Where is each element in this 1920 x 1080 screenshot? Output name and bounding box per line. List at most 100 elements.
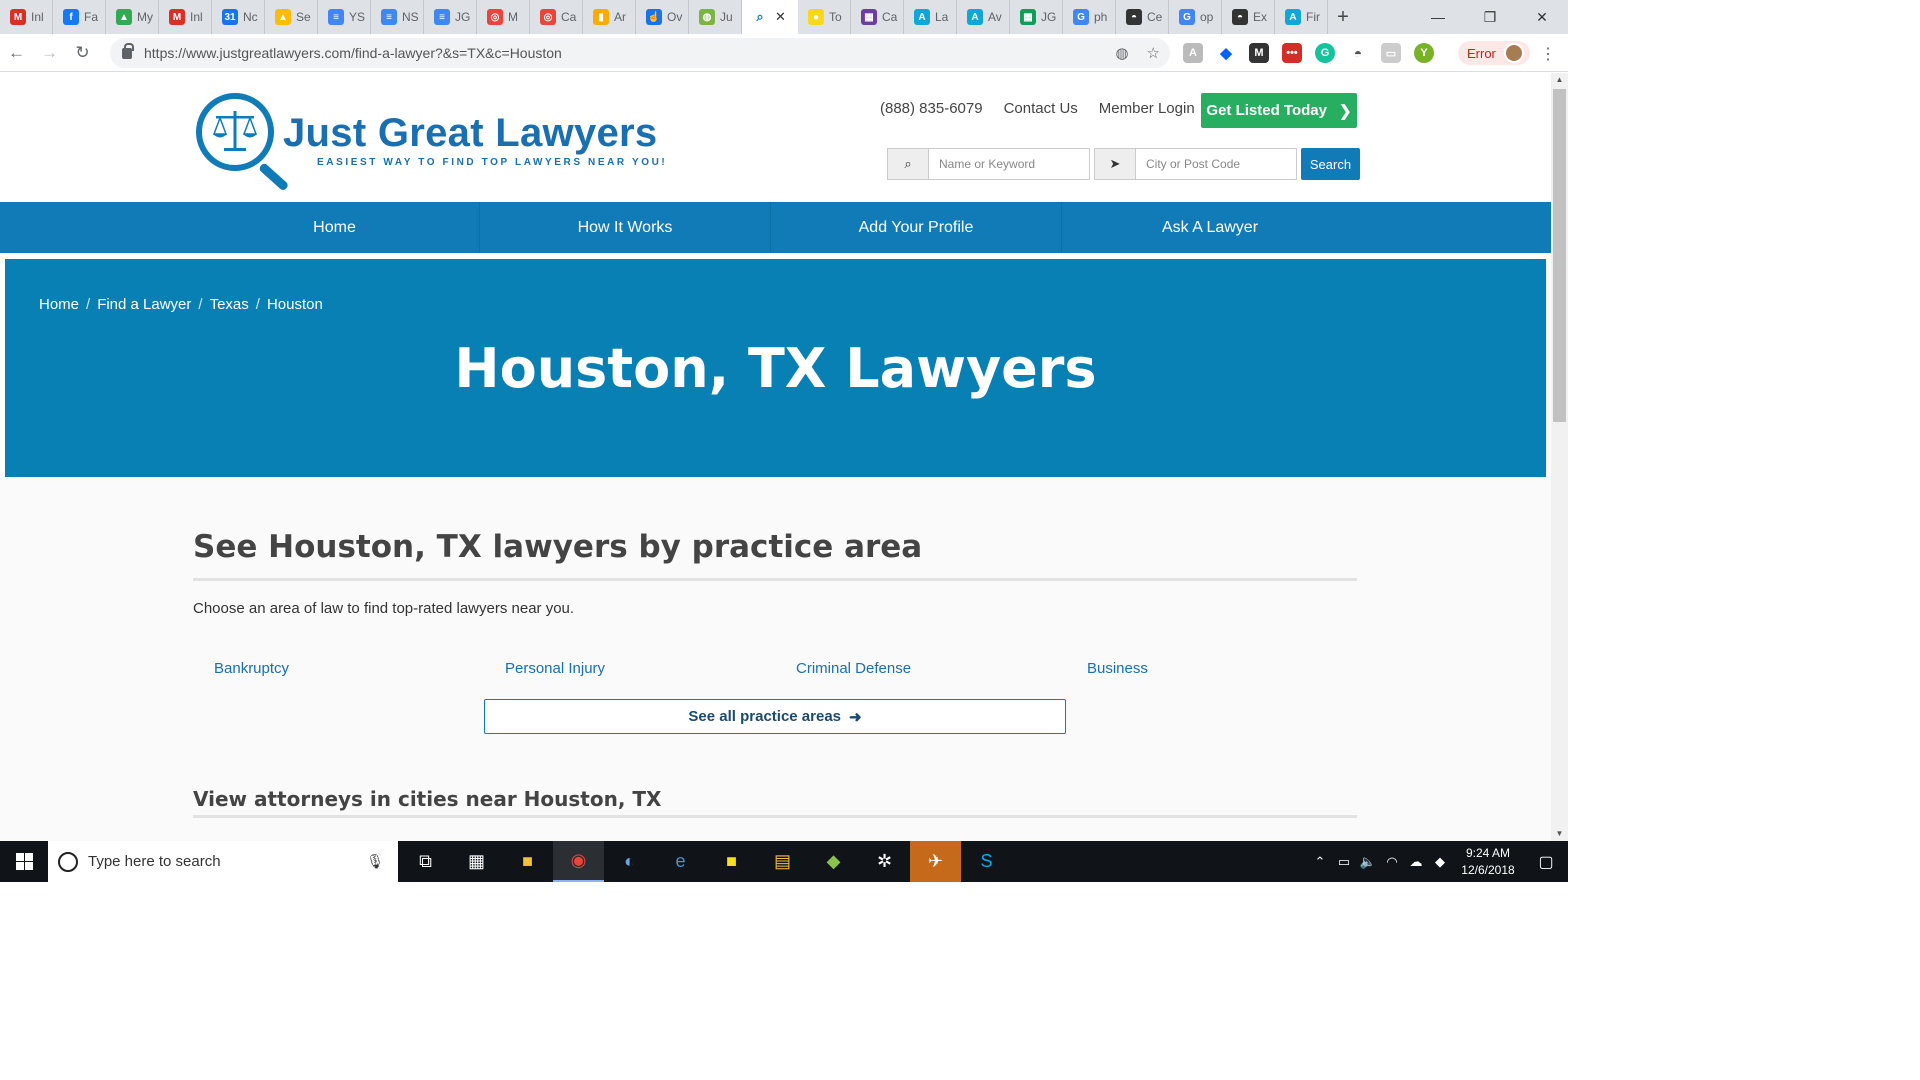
file-explorer-icon[interactable]: ■ xyxy=(502,841,553,882)
paint-icon[interactable]: ◆ xyxy=(808,841,859,882)
browser-tab[interactable]: ☝ Ov xyxy=(636,0,689,34)
browser-tab[interactable]: ◎ Ca xyxy=(530,0,583,34)
nav-ask-lawyer[interactable]: Ask A Lawyer xyxy=(1062,202,1358,253)
notification-icon[interactable]: ▢ xyxy=(1524,852,1568,872)
get-listed-button[interactable]: Get Listed Today ❯ xyxy=(1201,93,1357,128)
translate-icon[interactable]: ◍ xyxy=(1115,44,1128,62)
wifi-icon[interactable]: ◠ xyxy=(1380,854,1404,870)
contact-link[interactable]: Contact Us xyxy=(1004,100,1078,117)
slack-icon[interactable]: ✲ xyxy=(859,841,910,882)
new-tab-icon[interactable]: + xyxy=(1328,6,1358,29)
search-button[interactable]: Search xyxy=(1301,148,1360,180)
browser-tab[interactable]: ● To xyxy=(798,0,851,34)
spy-extension-icon[interactable]: ◓ xyxy=(1348,43,1368,63)
telegram-icon[interactable]: ✈ xyxy=(910,841,961,882)
scroll-thumb[interactable] xyxy=(1553,89,1566,422)
close-window-icon[interactable]: ✕ xyxy=(1516,0,1568,34)
page-scrollbar[interactable]: ▲ ▼ xyxy=(1551,73,1568,841)
browser-tab[interactable]: A Av xyxy=(957,0,1010,34)
medium-icon[interactable]: M xyxy=(1249,43,1269,63)
minimize-icon[interactable]: — xyxy=(1412,0,1464,34)
browser-tab[interactable]: 31 Nc xyxy=(212,0,265,34)
location-input[interactable]: City or Post Code xyxy=(1136,148,1297,180)
practice-area-section: See Houston, TX lawyers by practice area… xyxy=(0,477,1551,841)
battery-icon[interactable]: ▭ xyxy=(1332,854,1356,870)
practice-area-personal-injury[interactable]: Personal Injury xyxy=(505,660,796,677)
browser-tab[interactable]: ≡ YS xyxy=(318,0,371,34)
browser-tab[interactable]: ▮ Ar xyxy=(583,0,636,34)
edge-icon[interactable]: e xyxy=(655,841,706,882)
reload-icon[interactable]: ↻ xyxy=(66,43,99,63)
browser-tab[interactable]: ◎ M xyxy=(477,0,530,34)
close-tab-icon[interactable]: ✕ xyxy=(775,9,786,25)
address-bar[interactable]: https://www.justgreatlawyers.com/find-a-… xyxy=(110,38,1170,68)
browser-tab[interactable]: A Fir xyxy=(1275,0,1328,34)
practice-area-business[interactable]: Business xyxy=(1087,660,1378,677)
see-all-practice-areas-button[interactable]: See all practice areas ➜ xyxy=(484,699,1066,734)
browser-tab[interactable]: f Fa xyxy=(53,0,106,34)
breadcrumb-find-lawyer[interactable]: Find a Lawyer xyxy=(97,296,191,313)
browser-tab[interactable]: A La xyxy=(904,0,957,34)
task-view-icon[interactable]: ⧉ xyxy=(400,841,451,882)
skype-icon[interactable]: S xyxy=(961,841,1012,882)
browser-tab[interactable]: ◓ Ce xyxy=(1116,0,1169,34)
browser-tab[interactable]: ▦ JG xyxy=(1010,0,1063,34)
nav-add-profile[interactable]: Add Your Profile xyxy=(771,202,1062,253)
nav-how-it-works[interactable]: How It Works xyxy=(480,202,771,253)
phone-link[interactable]: (888) 835-6079 xyxy=(880,100,983,117)
browser-tab[interactable]: M Inl xyxy=(0,0,53,34)
calculator-icon[interactable]: ▦ xyxy=(451,841,502,882)
microphone-icon[interactable]: 🎙 xyxy=(366,853,384,870)
windows-start-icon[interactable] xyxy=(0,841,48,882)
keyword-input[interactable]: Name or Keyword xyxy=(929,148,1090,180)
browser-tab[interactable]: ▲ Se xyxy=(265,0,318,34)
volume-icon[interactable]: 🔈 xyxy=(1356,854,1380,870)
onedrive-icon[interactable]: ☁ xyxy=(1404,854,1428,870)
browser-menu-icon[interactable]: ⋮ xyxy=(1540,44,1556,64)
grammarly-icon[interactable]: G xyxy=(1315,43,1335,63)
document-icon[interactable]: ▤ xyxy=(757,841,808,882)
extension-icon[interactable]: A xyxy=(1183,43,1203,63)
browser-tab[interactable]: ◓ Ex xyxy=(1222,0,1275,34)
practice-area-criminal-defense[interactable]: Criminal Defense xyxy=(796,660,1087,677)
clock[interactable]: 9:24 AM 12/6/2018 xyxy=(1452,845,1524,879)
scroll-down-icon[interactable]: ▼ xyxy=(1551,827,1568,841)
browser-tab[interactable]: ◍ Ju xyxy=(689,0,742,34)
dropbox-icon[interactable]: ◆ xyxy=(1216,43,1236,63)
bookmark-star-icon[interactable]: ☆ xyxy=(1147,44,1160,62)
cities-title: View attorneys in cities near Houston, T… xyxy=(193,787,662,811)
browser-tab[interactable]: ▲ My xyxy=(106,0,159,34)
browser-tab[interactable]: M Inl xyxy=(159,0,212,34)
location-arrow-icon[interactable]: ➤ xyxy=(1094,148,1136,180)
browser-tab[interactable]: Gop xyxy=(1169,0,1222,34)
browser-tab[interactable]: ≡ JG xyxy=(424,0,477,34)
login-link[interactable]: Member Login xyxy=(1099,100,1195,117)
profile-error-pill[interactable]: Error xyxy=(1458,41,1530,65)
logo-title: Just Great Lawyers xyxy=(283,111,658,155)
screencast-icon[interactable]: ▭ xyxy=(1381,43,1401,63)
site-logo[interactable]: Just Great Lawyers EASIEST WAY TO FIND T… xyxy=(193,91,665,192)
nav-home[interactable]: Home xyxy=(190,202,480,253)
forward-icon[interactable]: → xyxy=(33,43,66,63)
thunderbird-icon[interactable]: ◐ xyxy=(604,841,655,882)
back-icon[interactable]: ← xyxy=(0,43,33,63)
breadcrumb-texas[interactable]: Texas xyxy=(210,296,249,313)
dropbox-tray-icon[interactable]: ◆ xyxy=(1428,854,1452,870)
yoast-icon[interactable]: Y xyxy=(1414,43,1434,63)
browser-tab-strip: M Inl f Fa ▲ My M Inl 31 Nc ▲ Se ≡ YS ≡ NS ≡ JG ◎ M ◎ Ca ▮ Ar ☝ O… xyxy=(0,0,1568,34)
active-browser-tab[interactable]: ⌕ ✕ xyxy=(742,0,798,34)
sticky-notes-icon[interactable]: ■ xyxy=(706,841,757,882)
restore-icon[interactable]: ❐ xyxy=(1464,0,1516,34)
scroll-up-icon[interactable]: ▲ xyxy=(1551,73,1568,87)
tray-chevron-icon[interactable]: ⌃ xyxy=(1308,854,1332,870)
browser-tab[interactable]: ≡ NS xyxy=(371,0,424,34)
browser-tab[interactable]: Gph xyxy=(1063,0,1116,34)
taskbar-search[interactable]: Type here to search 🎙 xyxy=(48,841,398,882)
browser-tab[interactable]: ▦ Ca xyxy=(851,0,904,34)
lastpass-icon[interactable]: ••• xyxy=(1282,43,1302,63)
breadcrumb-home[interactable]: Home xyxy=(39,296,79,313)
chrome-icon[interactable]: ◉ xyxy=(553,841,604,882)
window-controls: — ❐ ✕ xyxy=(1412,0,1568,34)
avatar xyxy=(1503,43,1524,63)
practice-area-bankruptcy[interactable]: Bankruptcy xyxy=(214,660,505,677)
